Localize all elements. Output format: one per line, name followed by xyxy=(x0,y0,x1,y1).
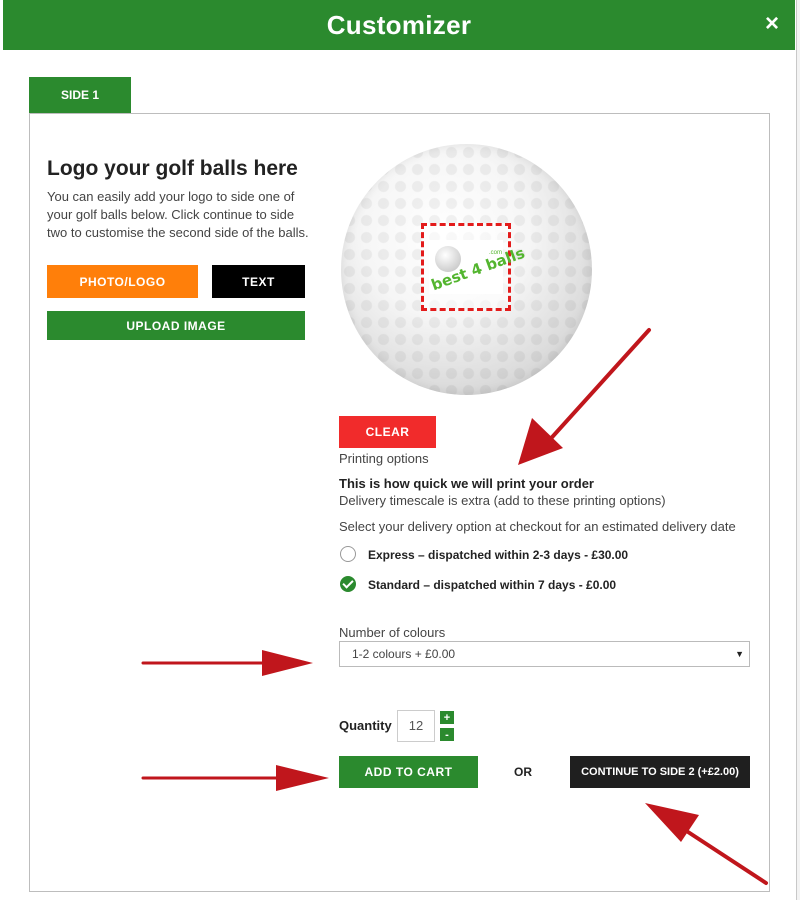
arrow-to-printing-options-icon xyxy=(518,328,651,465)
arrow-to-continue-side-2-icon xyxy=(645,803,768,885)
arrow-to-colours-select-icon xyxy=(141,650,313,676)
annotation-arrows xyxy=(141,328,768,885)
arrow-to-add-to-cart-icon xyxy=(141,765,329,791)
